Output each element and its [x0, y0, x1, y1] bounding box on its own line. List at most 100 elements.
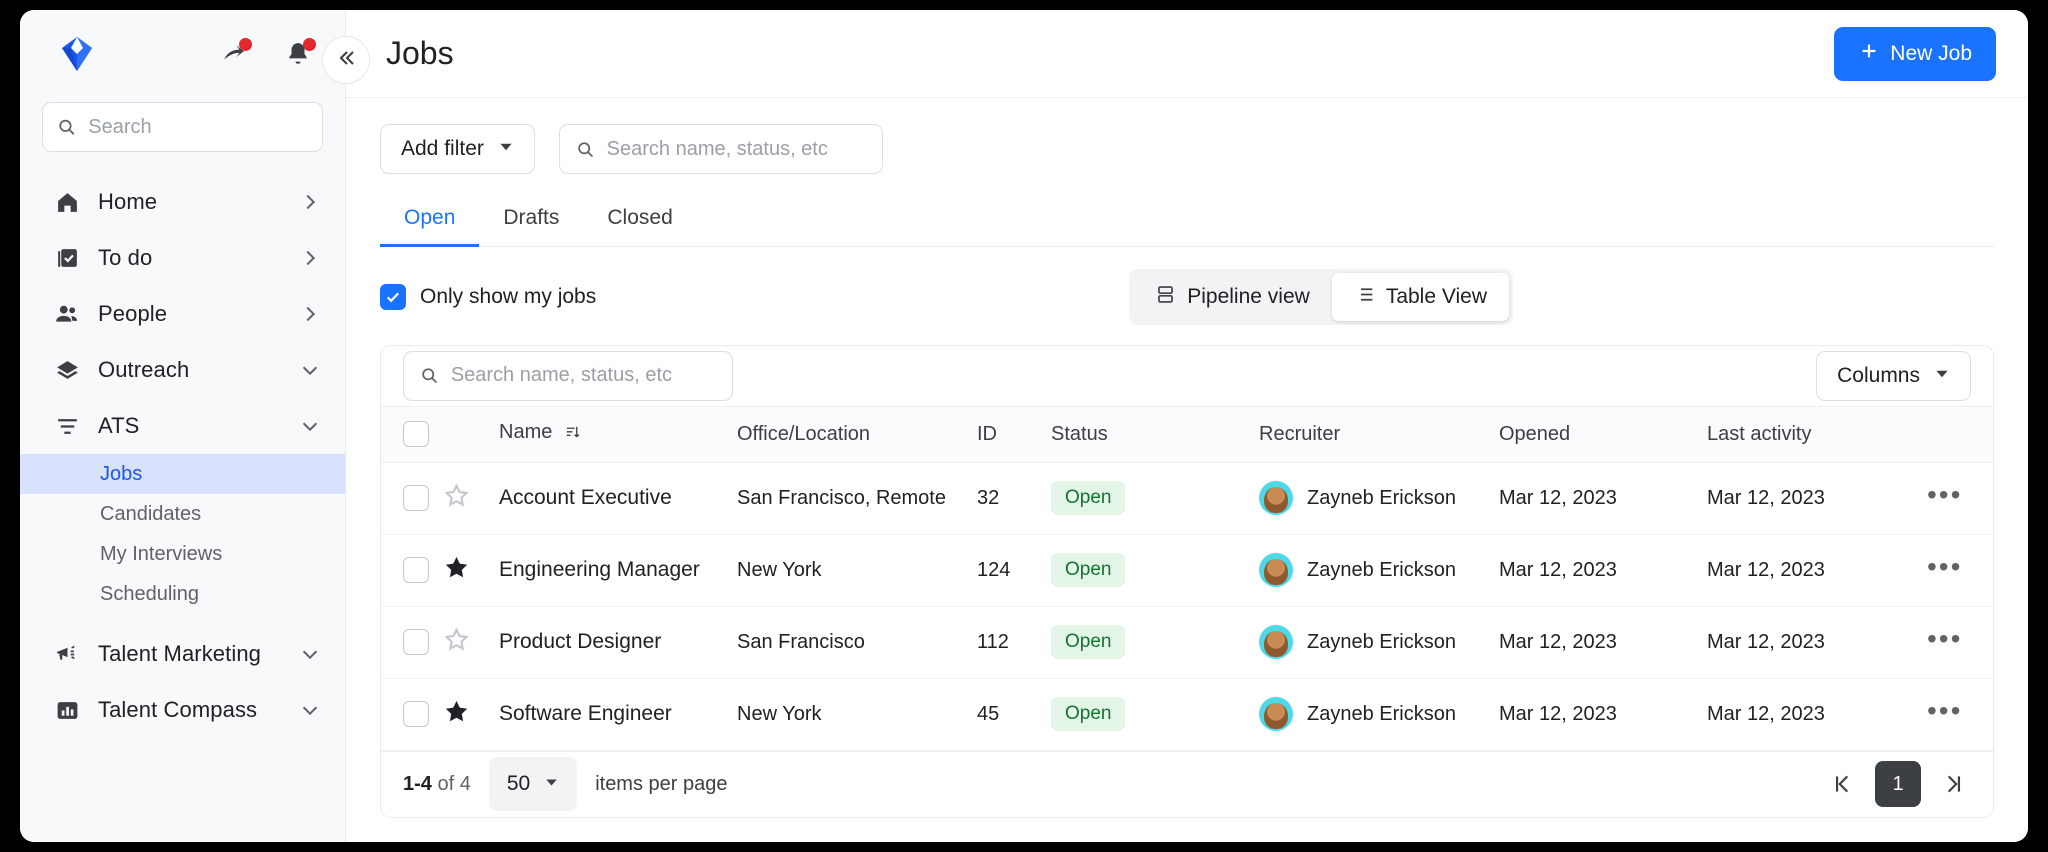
sidebar-item-ats[interactable]: ATS — [20, 398, 345, 454]
row-select-cell — [381, 534, 443, 606]
sidebar-subitem-label: Jobs — [100, 463, 142, 486]
jobs-search-input[interactable] — [607, 138, 866, 161]
jobs-search[interactable] — [559, 124, 883, 174]
status-badge: Open — [1051, 625, 1125, 659]
star-filled-icon[interactable] — [443, 564, 470, 586]
row-checkbox[interactable] — [403, 485, 429, 511]
pipeline-view-button[interactable]: Pipeline view — [1133, 273, 1332, 321]
select-all-checkbox[interactable] — [403, 421, 429, 447]
search-icon — [420, 365, 439, 386]
table-search[interactable] — [403, 351, 733, 401]
more-options-icon[interactable]: ••• — [1927, 695, 1962, 726]
row-actions-cell: ••• — [1927, 606, 1994, 678]
columns-button[interactable]: Columns — [1816, 351, 1971, 401]
table-row[interactable]: Product Designer San Francisco 112 Open … — [381, 606, 1994, 678]
avatar — [1259, 553, 1293, 587]
row-name[interactable]: Software Engineer — [499, 678, 737, 750]
last-activity-header[interactable]: Last activity — [1707, 406, 1927, 462]
jobs-table: Name Office/Location ID Status Recru — [381, 406, 1994, 751]
per-page-select[interactable]: 50 — [489, 757, 577, 811]
sidebar-item-talent-marketing[interactable]: Talent Marketing — [20, 626, 345, 682]
only-my-jobs-label: Only show my jobs — [420, 285, 596, 309]
sidebar-item-jobs[interactable]: Jobs — [20, 454, 345, 494]
search-input[interactable] — [88, 116, 308, 139]
sidebar-item-to-do[interactable]: To do — [20, 230, 345, 286]
tab-drafts[interactable]: Drafts — [479, 196, 583, 247]
collapse-sidebar-button[interactable] — [322, 36, 370, 84]
tab-open[interactable]: Open — [380, 196, 479, 247]
table-view-button[interactable]: Table View — [1332, 273, 1509, 321]
row-select-cell — [381, 462, 443, 534]
tab-label: Drafts — [503, 206, 559, 229]
table-header-row: Name Office/Location ID Status Recru — [381, 406, 1994, 462]
megaphone-share-icon[interactable] — [219, 39, 249, 69]
per-page-label: items per page — [595, 773, 727, 796]
only-my-jobs-checkbox[interactable]: Only show my jobs — [380, 284, 596, 310]
people-icon — [54, 301, 80, 327]
view-toolbar: Only show my jobs Pipeline view — [380, 271, 1994, 323]
row-star-cell — [443, 462, 499, 534]
sidebar-item-talent-compass[interactable]: Talent Compass — [20, 682, 345, 738]
row-name[interactable]: Engineering Manager — [499, 534, 737, 606]
status-header[interactable]: Status — [1051, 406, 1259, 462]
pipeline-icon — [1155, 284, 1176, 311]
id-header[interactable]: ID — [977, 406, 1051, 462]
add-filter-label: Add filter — [401, 137, 484, 161]
sidebar-search[interactable] — [42, 102, 323, 152]
row-checkbox[interactable] — [403, 701, 429, 727]
page-last-icon[interactable] — [1935, 766, 1971, 802]
sidebar-item-outreach[interactable]: Outreach — [20, 342, 345, 398]
select-all-header — [381, 406, 443, 462]
more-options-icon[interactable]: ••• — [1927, 479, 1962, 510]
row-checkbox[interactable] — [403, 629, 429, 655]
row-opened: Mar 12, 2023 — [1499, 678, 1707, 750]
page-number-button[interactable]: 1 — [1875, 761, 1921, 807]
table-row[interactable]: Engineering Manager New York 124 Open Za… — [381, 534, 1994, 606]
table-search-input[interactable] — [451, 364, 716, 387]
home-icon — [54, 189, 80, 215]
sidebar-item-scheduling[interactable]: Scheduling — [20, 574, 345, 614]
row-recruiter-name: Zayneb Erickson — [1307, 631, 1456, 654]
opened-header[interactable]: Opened — [1499, 406, 1707, 462]
location-header[interactable]: Office/Location — [737, 406, 977, 462]
chevron-down-icon — [299, 359, 321, 381]
sidebar-subitem-label: Scheduling — [100, 583, 199, 606]
sidebar-item-label: Talent Marketing — [98, 641, 261, 667]
sidebar-item-people[interactable]: People — [20, 286, 345, 342]
chevron-down-icon — [299, 415, 321, 437]
sidebar-item-my-interviews[interactable]: My Interviews — [20, 534, 345, 574]
page-first-icon[interactable] — [1825, 766, 1861, 802]
sidebar-item-home[interactable]: Home — [20, 174, 345, 230]
new-job-button[interactable]: New Job — [1834, 27, 1996, 81]
row-last-activity: Mar 12, 2023 — [1707, 534, 1927, 606]
add-filter-button[interactable]: Add filter — [380, 124, 535, 174]
table-row[interactable]: Account Executive San Francisco, Remote … — [381, 462, 1994, 534]
content-area: Add filter Open Drafts — [346, 98, 2028, 842]
filter-row: Add filter — [380, 98, 1994, 174]
star-outline-icon[interactable] — [443, 492, 470, 514]
sidebar-item-candidates[interactable]: Candidates — [20, 494, 345, 534]
more-options-icon[interactable]: ••• — [1927, 551, 1962, 582]
tab-closed[interactable]: Closed — [583, 196, 696, 247]
row-select-cell — [381, 678, 443, 750]
star-outline-icon[interactable] — [443, 636, 470, 658]
page-title: Jobs — [386, 35, 454, 72]
row-status-cell: Open — [1051, 462, 1259, 534]
row-location: San Francisco — [737, 606, 977, 678]
bell-icon[interactable] — [283, 39, 313, 69]
star-filled-icon[interactable] — [443, 708, 470, 730]
more-options-icon[interactable]: ••• — [1927, 623, 1962, 654]
row-checkbox[interactable] — [403, 557, 429, 583]
name-header-label: Name — [499, 421, 552, 443]
row-name[interactable]: Account Executive — [499, 462, 737, 534]
name-header[interactable]: Name — [499, 406, 737, 462]
recruiter-header[interactable]: Recruiter — [1259, 406, 1499, 462]
row-name[interactable]: Product Designer — [499, 606, 737, 678]
search-icon — [57, 116, 76, 138]
row-recruiter-cell: Zayneb Erickson — [1259, 462, 1499, 534]
gem-logo-icon[interactable] — [54, 31, 100, 77]
chevron-right-icon — [299, 303, 321, 325]
table-row[interactable]: Software Engineer New York 45 Open Zayne… — [381, 678, 1994, 750]
row-recruiter-name: Zayneb Erickson — [1307, 703, 1456, 726]
table-header: Name Office/Location ID Status Recru — [381, 406, 1994, 462]
